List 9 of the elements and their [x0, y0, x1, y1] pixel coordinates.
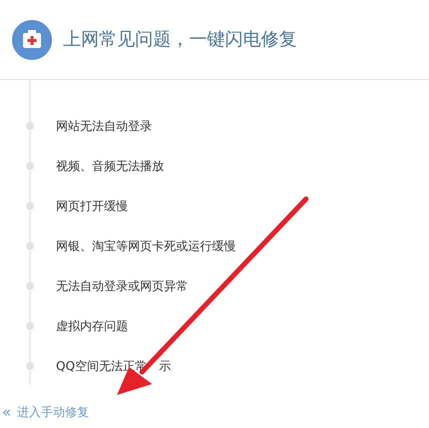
issue-item[interactable]: 网页打开缓慢: [56, 197, 128, 215]
issue-item[interactable]: 视频、音频无法播放: [56, 157, 164, 175]
issue-text-fragment: 示: [158, 358, 171, 375]
issue-item[interactable]: 网站无法自动登录: [56, 117, 152, 135]
header-title: 上网常见问题，一键闪电修复: [63, 30, 297, 48]
issue-item[interactable]: 无法自动登录或网页异常: [56, 277, 188, 295]
issue-item[interactable]: 虚拟内存问题: [56, 317, 128, 335]
issue-item[interactable]: 网银、淘宝等网页卡死或运行缓慢: [56, 237, 236, 255]
first-aid-kit-icon: [12, 20, 52, 60]
